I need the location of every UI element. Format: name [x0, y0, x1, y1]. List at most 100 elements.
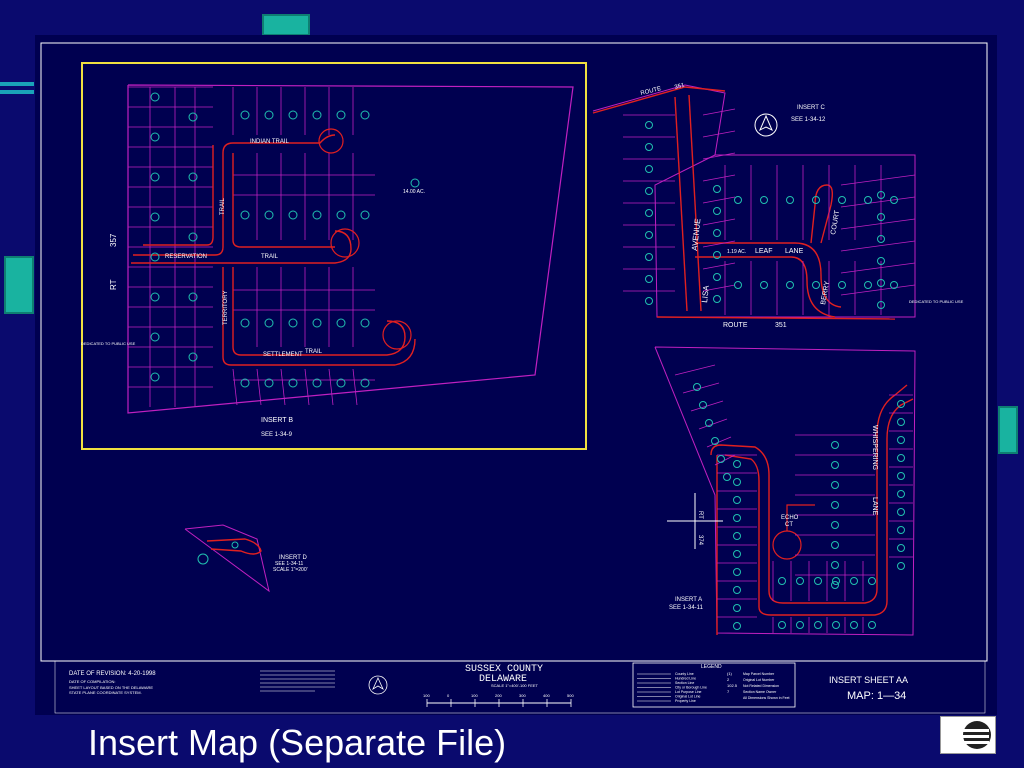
parcel-marker	[312, 318, 322, 328]
lot-line	[682, 382, 720, 394]
road-label-leaf: LEAF	[755, 248, 773, 255]
decorative-square-left	[4, 256, 34, 314]
parcel-marker	[188, 352, 198, 362]
county-logo-icon	[940, 716, 996, 754]
parcel-marker	[733, 622, 741, 630]
insert-b-title: INSERT B	[261, 417, 293, 424]
lot-line	[702, 262, 736, 270]
parcel-marker	[897, 544, 905, 552]
parcel-marker	[733, 496, 741, 504]
parcel-marker	[150, 332, 160, 342]
tax-map: INDIAN TRAIL RESERVATION TRAIL SETTLEMEN…	[40, 42, 988, 714]
parcel-marker	[868, 577, 876, 585]
parcel-marker	[733, 586, 741, 594]
insert-b: INDIAN TRAIL RESERVATION TRAIL SETTLEMEN…	[81, 62, 587, 450]
insert-b-see: SEE 1-34-9	[261, 432, 293, 438]
parcel-marker	[713, 207, 721, 215]
scale-tick-label: 200	[495, 693, 502, 698]
map-scale-text: SCALE 1"=400'-100 FEET	[491, 683, 539, 688]
parcel-marker	[713, 295, 721, 303]
parcel-marker	[734, 196, 742, 204]
parcel-marker	[868, 621, 876, 629]
lot-line	[840, 218, 916, 230]
parcel-marker	[150, 372, 160, 382]
insert-c-see: SEE 1-34-12	[791, 117, 826, 123]
lot-line	[702, 240, 736, 248]
decorative-line-left-2	[0, 90, 34, 94]
road-label-351-top: 351	[674, 83, 686, 91]
legend-item: County Line	[675, 672, 694, 676]
legend-item: Not Related Dimension	[743, 684, 779, 688]
parcel-marker	[832, 621, 840, 629]
lot-line	[328, 368, 334, 406]
parcel-marker	[733, 478, 741, 486]
parcel-marker	[717, 455, 725, 463]
parcel-marker	[288, 210, 298, 220]
slide-title: Insert Map (Separate File)	[88, 722, 507, 763]
insert-c-title: INSERT C	[797, 105, 825, 111]
lot-line	[840, 196, 916, 208]
parcel-marker	[733, 604, 741, 612]
parcel-marker	[723, 473, 731, 481]
insert-d: INSERT D SEE 1-34-11 SCALE 1"=200'	[184, 524, 308, 593]
road-label-357: 357	[109, 233, 118, 247]
parcel-marker	[312, 110, 322, 120]
parcel-marker	[336, 318, 346, 328]
area-label-b: 14.00 AC.	[403, 189, 425, 195]
road-label-indian-trail: INDIAN TRAIL	[250, 139, 290, 145]
parcel-marker	[188, 112, 198, 122]
parcel-marker	[336, 110, 346, 120]
scale-tick-label: 300	[519, 693, 526, 698]
legend-item: Hundred Line	[675, 677, 696, 681]
lot-line	[702, 152, 736, 160]
parcel-marker	[312, 210, 322, 220]
north-arrow-small-icon	[368, 675, 388, 695]
parcel-marker	[897, 526, 905, 534]
road-label-settlement: SETTLEMENT	[263, 352, 303, 358]
compilation-date: DATE OF COMPILATION:	[69, 679, 116, 684]
road-label-trail-2: TRAIL	[305, 349, 323, 355]
lot-line	[698, 418, 728, 430]
parcel-marker	[786, 196, 794, 204]
legend-item: All Dimensions Shown in Feet	[743, 696, 790, 700]
parcel-marker	[645, 275, 653, 283]
road-label-351-bottom: 351	[775, 322, 787, 329]
decorative-square-top	[262, 14, 310, 36]
parcel-marker	[796, 577, 804, 585]
parcel-marker	[645, 187, 653, 195]
road-label-lane: LANE	[785, 248, 804, 255]
parcel-marker	[786, 281, 794, 289]
lot-line	[840, 240, 916, 252]
parcel-marker	[150, 92, 160, 102]
parcel-marker	[240, 318, 250, 328]
north-arrow-icon	[754, 113, 778, 137]
parcel-marker	[897, 472, 905, 480]
parcel-marker	[288, 110, 298, 120]
parcel-marker	[150, 212, 160, 222]
parcel-marker	[850, 621, 858, 629]
decorative-square-right	[998, 406, 1018, 454]
scale-tick-label: 0	[447, 693, 450, 698]
parcel-marker	[410, 178, 420, 188]
legend-item: Original Lot Number	[743, 678, 775, 682]
parcel-marker	[831, 541, 839, 549]
lot-line	[256, 368, 262, 406]
insert-d-scale: SCALE 1"=200'	[273, 567, 308, 573]
parcel-marker	[264, 210, 274, 220]
road-label-whispering: WHISPERING	[871, 425, 878, 470]
parcel-marker	[645, 143, 653, 151]
road-label-rt-a: RT	[697, 511, 703, 519]
parcel-marker	[778, 621, 786, 629]
road-label-lane-a: LANE	[871, 497, 878, 516]
parcel-marker	[645, 253, 653, 261]
legend-item: Map Parcel Number	[743, 672, 775, 676]
legend-item: City or Borough Line	[675, 686, 707, 690]
parcel-marker	[796, 621, 804, 629]
legend-title: LEGEND	[701, 664, 722, 670]
parcel-marker	[831, 581, 839, 589]
insert-a: WHISPERING LANE ECHO CT RT 374 INSERT A …	[654, 346, 916, 636]
map-frame: INDIAN TRAIL RESERVATION TRAIL SETTLEMEN…	[35, 35, 997, 715]
parcel-marker	[240, 210, 250, 220]
parcel-marker	[645, 209, 653, 217]
parcel-marker	[831, 481, 839, 489]
